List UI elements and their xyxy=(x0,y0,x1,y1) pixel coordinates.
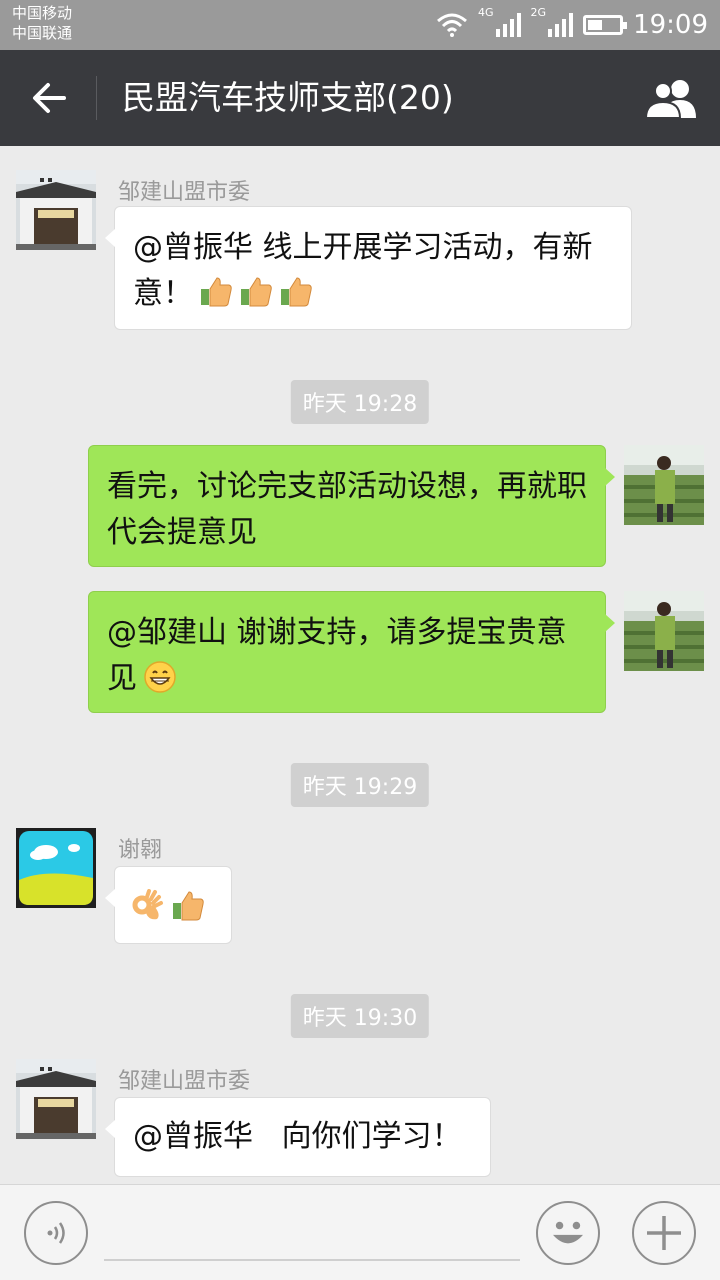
avatar-sender-1[interactable] xyxy=(16,1059,96,1139)
thumbs-up-icon xyxy=(201,277,232,307)
status-time: 19:09 xyxy=(633,10,708,40)
chat-header: 民盟汽车技师支部(20) xyxy=(0,50,720,146)
wifi-icon xyxy=(437,13,467,37)
message-bubble-outgoing[interactable]: @邹建山 谢谢支持，请多提宝贵意见 xyxy=(88,591,615,713)
grin-icon xyxy=(144,661,176,693)
network-1-label: 4G xyxy=(478,6,494,19)
sender-name: 邹建山盟市委 xyxy=(118,180,251,205)
timestamp: 昨天 19:28 xyxy=(290,380,430,424)
ok-hand-icon xyxy=(132,889,163,920)
thumbs-up-icon xyxy=(173,891,204,921)
thumbs-up-icon xyxy=(281,277,312,307)
back-button[interactable] xyxy=(20,74,76,122)
more-options-button[interactable] xyxy=(632,1201,696,1265)
status-icons: 4G 2G 19:09 xyxy=(436,6,708,42)
person-photo-avatar-icon xyxy=(624,591,704,671)
group-members-button[interactable] xyxy=(642,74,702,122)
landscape-avatar-icon xyxy=(16,828,96,908)
chat-title: 民盟汽车技师支部(20) xyxy=(122,78,454,117)
person-photo-avatar-icon xyxy=(624,445,704,525)
header-divider xyxy=(96,76,97,120)
group-members-icon xyxy=(644,80,696,118)
avatar-self[interactable] xyxy=(624,445,704,525)
message-bubble-outgoing[interactable]: 看完，讨论完支部活动设想，再就职代会提意见 xyxy=(88,445,615,567)
battery-icon xyxy=(583,15,628,35)
timestamp: 昨天 19:29 xyxy=(290,763,430,807)
emoji-icon xyxy=(553,1221,583,1244)
thumbs-up-icon xyxy=(241,277,272,307)
carrier-1: 中国移动 xyxy=(12,4,73,22)
signal-1-icon xyxy=(495,13,521,37)
timestamp: 昨天 19:30 xyxy=(290,994,430,1038)
message-bubble-incoming[interactable]: @曾振华 向你们学习！ xyxy=(105,1097,491,1177)
voice-icon xyxy=(47,1222,65,1244)
avatar-sender-1[interactable] xyxy=(16,170,96,250)
message-text: 看完，讨论完支部活动设想，再就职代会提意见 xyxy=(107,469,587,550)
network-2-label: 2G xyxy=(530,6,547,19)
sender-name: 邹建山盟市委 xyxy=(118,1069,251,1094)
input-bar xyxy=(0,1184,720,1280)
message-bubble-incoming[interactable] xyxy=(105,866,232,944)
avatar-sender-2[interactable] xyxy=(16,828,96,908)
emoji-button[interactable] xyxy=(536,1201,600,1265)
voice-button[interactable] xyxy=(24,1201,88,1265)
message-bubble-incoming[interactable]: @曾振华 线上开展学习活动，有新意！ xyxy=(105,206,632,330)
arrow-left-icon xyxy=(33,83,66,113)
building-avatar-icon xyxy=(16,1059,96,1139)
status-bar: 中国移动 中国联通 4G 2G 19:09 xyxy=(0,0,720,50)
avatar-self[interactable] xyxy=(624,591,704,671)
sender-name: 谢翱 xyxy=(118,838,163,863)
message-input[interactable] xyxy=(104,1205,520,1261)
carrier-2: 中国联通 xyxy=(12,24,73,42)
carrier-info: 中国移动 中国联通 xyxy=(12,3,72,43)
plus-icon xyxy=(647,1216,681,1250)
building-avatar-icon xyxy=(16,170,96,250)
signal-2-icon xyxy=(548,13,574,37)
message-text: @曾振华 向你们学习！ xyxy=(133,1119,462,1154)
